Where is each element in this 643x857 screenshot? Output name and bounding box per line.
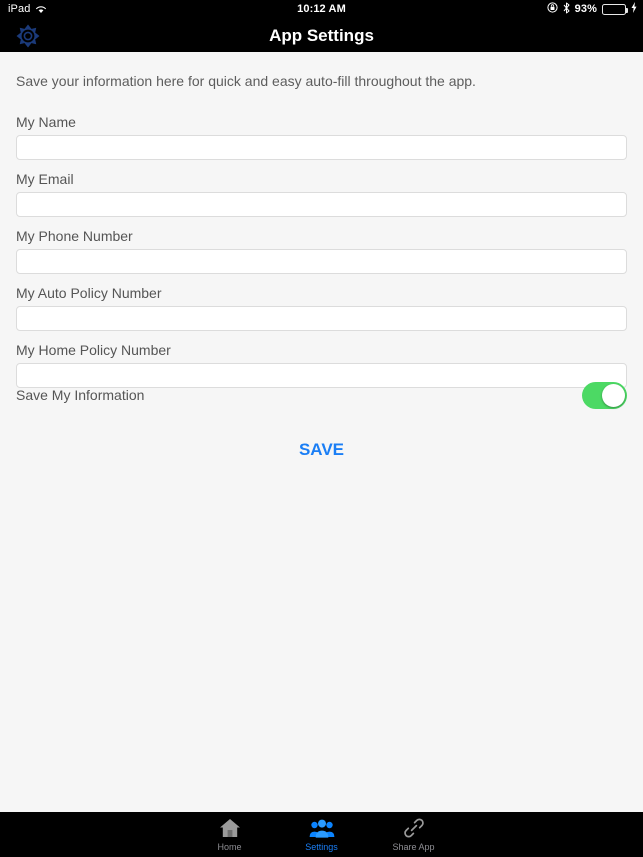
tab-label: Home [217,842,242,852]
settings-content: Save your information here for quick and… [0,52,643,812]
my-email-input[interactable] [16,192,627,217]
home-icon [219,816,241,840]
tab-home[interactable]: Home [184,812,276,852]
save-my-information-toggle[interactable] [582,382,627,409]
page-title: App Settings [269,26,374,45]
tab-label: Share App [392,842,435,852]
toggle-label: Save My Information [16,387,145,403]
chain-link-icon [402,816,426,840]
my-phone-number-input[interactable] [16,249,627,274]
field-my-name: My Name [16,114,627,160]
field-label: My Auto Policy Number [16,285,162,301]
my-auto-policy-number-input[interactable] [16,306,627,331]
field-label: My Name [16,114,76,130]
bluetooth-icon [563,2,570,17]
tab-label: Settings [305,842,338,852]
save-my-information-row: Save My Information [16,382,627,412]
field-label: My Email [16,171,74,187]
field-my-email: My Email [16,171,627,217]
intro-text: Save your information here for quick and… [16,73,476,89]
navigation-bar: App Settings [0,18,643,52]
tab-settings[interactable]: Settings [276,812,368,852]
field-my-auto-policy-number: My Auto Policy Number [16,285,627,331]
my-name-input[interactable] [16,135,627,160]
ipad-screen: iPad 10:12 AM 93% App Settings Save your… [0,0,643,857]
tab-bar: Home Settings Share App [0,812,643,857]
field-label: My Phone Number [16,228,133,244]
people-group-icon [309,816,335,840]
field-my-phone-number: My Phone Number [16,228,627,274]
charging-bolt-icon [631,2,637,16]
settings-form: My Name My Email My Phone Number My Auto… [16,114,627,399]
field-label: My Home Policy Number [16,342,171,358]
rotation-lock-icon [547,2,558,16]
battery-icon [602,3,628,15]
tab-share-app[interactable]: Share App [368,812,460,852]
toggle-knob [602,384,625,407]
battery-percent-label: 93% [574,3,597,15]
save-button[interactable]: SAVE [0,440,643,460]
status-bar: iPad 10:12 AM 93% [0,0,643,18]
status-bar-right: 93% [547,2,637,17]
